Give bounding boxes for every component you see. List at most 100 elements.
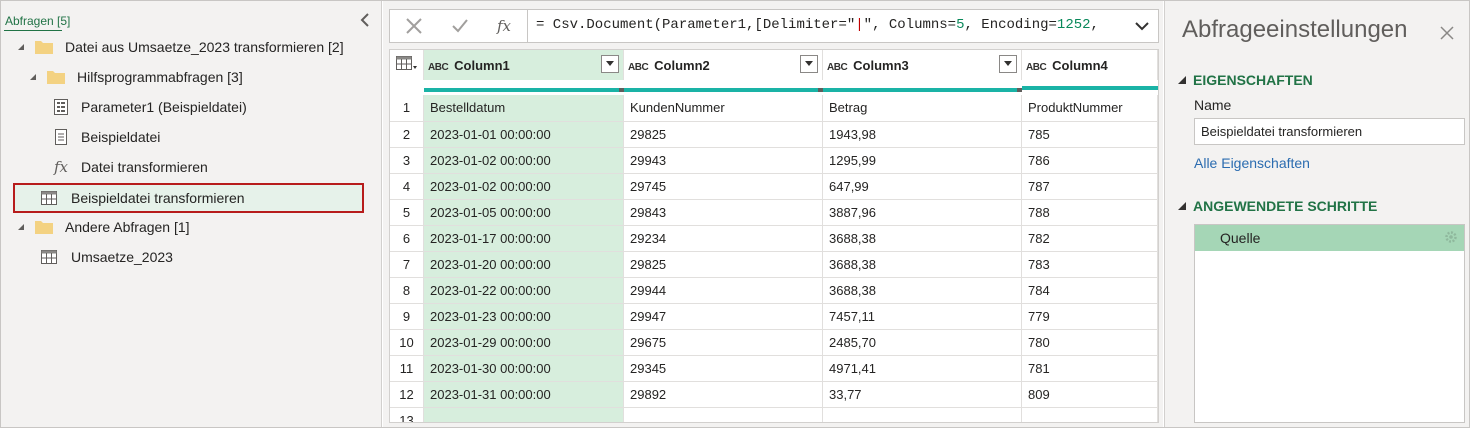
table-cell[interactable]: 29675 xyxy=(623,329,823,356)
cancel-formula-button[interactable] xyxy=(394,10,434,42)
table-cell[interactable]: ProduktNummer xyxy=(1021,95,1158,122)
table-cell[interactable]: 779 xyxy=(1021,303,1158,330)
row-number[interactable]: 12 xyxy=(390,381,424,408)
tree-item-datei-transformieren[interactable]: fx Datei transformieren xyxy=(53,153,208,181)
filter-dropdown-button[interactable] xyxy=(800,55,818,73)
tree-item-parameter1[interactable]: Parameter1 (Beispieldatei) xyxy=(53,93,247,121)
table-cell[interactable]: 4971,41 xyxy=(822,355,1022,382)
column-header-column1[interactable]: ABC Column1 xyxy=(423,50,624,80)
table-cell[interactable]: 786 xyxy=(1021,147,1158,174)
table-cell[interactable]: 783 xyxy=(1021,251,1158,278)
text-type-icon[interactable]: ABC xyxy=(1026,62,1047,73)
table-cell[interactable]: 29892 xyxy=(623,381,823,408)
table-cell[interactable]: 785 xyxy=(1021,121,1158,148)
table-cell[interactable] xyxy=(822,407,1022,422)
table-cell[interactable]: KundenNummer xyxy=(623,95,823,122)
table-cell[interactable] xyxy=(423,407,624,422)
row-number[interactable]: 8 xyxy=(390,277,424,304)
table-cell[interactable]: 7457,11 xyxy=(822,303,1022,330)
table-cell[interactable]: 3688,38 xyxy=(822,277,1022,304)
column-header-column3[interactable]: ABC Column3 xyxy=(822,50,1022,80)
filter-dropdown-button[interactable] xyxy=(999,55,1017,73)
table-cell[interactable]: Betrag xyxy=(822,95,1022,122)
formula-input[interactable]: = Csv.Document(Parameter1,[Delimiter="|"… xyxy=(536,17,1099,33)
table-cell[interactable]: 780 xyxy=(1021,329,1158,356)
column-header-column2[interactable]: ABC Column2 xyxy=(623,50,823,80)
close-icon[interactable] xyxy=(1438,24,1456,42)
filter-dropdown-button[interactable] xyxy=(601,55,619,73)
row-number[interactable]: 3 xyxy=(390,147,424,174)
table-cell[interactable]: 2023-01-05 00:00:00 xyxy=(423,199,624,226)
queries-header[interactable]: Abfragen [5] xyxy=(5,14,70,30)
expanded-caret-icon[interactable] xyxy=(15,221,27,233)
row-number[interactable]: 5 xyxy=(390,199,424,226)
applied-steps-section-header[interactable]: ANGEWENDETE SCHRITTE xyxy=(1177,198,1377,214)
properties-section-header[interactable]: EIGENSCHAFTEN xyxy=(1177,72,1313,88)
table-cell[interactable]: 2023-01-30 00:00:00 xyxy=(423,355,624,382)
all-properties-link[interactable]: Alle Eigenschaften xyxy=(1194,155,1310,171)
column-header-column4[interactable]: ABC Column4 xyxy=(1021,50,1158,80)
table-cell[interactable]: 29943 xyxy=(623,147,823,174)
text-type-icon[interactable]: ABC xyxy=(628,62,649,73)
step-quelle[interactable]: Quelle xyxy=(1195,225,1464,251)
tree-item-umsaetze-2023[interactable]: Umsaetze_2023 xyxy=(41,243,173,271)
table-cell[interactable]: 2023-01-20 00:00:00 xyxy=(423,251,624,278)
table-cell[interactable] xyxy=(623,407,823,422)
row-number[interactable]: 1 xyxy=(390,95,424,122)
table-cell[interactable]: 2023-01-02 00:00:00 xyxy=(423,147,624,174)
table-cell[interactable]: 29825 xyxy=(623,251,823,278)
row-number[interactable]: 4 xyxy=(390,173,424,200)
table-cell[interactable] xyxy=(1021,407,1158,422)
tree-item-datei-aus-umsaetze[interactable]: Datei aus Umsaetze_2023 transformieren [… xyxy=(15,33,344,61)
table-cell[interactable]: 29947 xyxy=(623,303,823,330)
table-cell[interactable]: 29843 xyxy=(623,199,823,226)
row-number[interactable]: 2 xyxy=(390,121,424,148)
table-cell[interactable]: 2023-01-01 00:00:00 xyxy=(423,121,624,148)
table-cell[interactable]: 788 xyxy=(1021,199,1158,226)
table-cell[interactable]: 33,77 xyxy=(822,381,1022,408)
table-cell[interactable]: 3688,38 xyxy=(822,251,1022,278)
text-type-icon[interactable]: ABC xyxy=(428,62,449,73)
table-cell[interactable]: Bestelldatum xyxy=(423,95,624,122)
table-cell[interactable]: 1295,99 xyxy=(822,147,1022,174)
expand-formula-chevron-icon[interactable] xyxy=(1133,17,1151,35)
table-cell[interactable]: 1943,98 xyxy=(822,121,1022,148)
table-cell[interactable]: 2023-01-22 00:00:00 xyxy=(423,277,624,304)
row-number[interactable]: 13 xyxy=(390,407,424,422)
insert-function-button[interactable]: fx xyxy=(484,10,524,42)
table-cell[interactable]: 647,99 xyxy=(822,173,1022,200)
table-cell[interactable]: 2023-01-29 00:00:00 xyxy=(423,329,624,356)
table-cell[interactable]: 29745 xyxy=(623,173,823,200)
table-cell[interactable]: 29944 xyxy=(623,277,823,304)
tree-item-beispieldatei[interactable]: Beispieldatei xyxy=(53,123,160,151)
table-cell[interactable]: 781 xyxy=(1021,355,1158,382)
row-number[interactable]: 6 xyxy=(390,225,424,252)
row-number[interactable]: 7 xyxy=(390,251,424,278)
text-type-icon[interactable]: ABC xyxy=(827,62,848,73)
table-menu-button[interactable] xyxy=(390,50,424,80)
table-cell[interactable]: 3688,38 xyxy=(822,225,1022,252)
table-cell[interactable]: 2023-01-17 00:00:00 xyxy=(423,225,624,252)
table-cell[interactable]: 3887,96 xyxy=(822,199,1022,226)
expanded-caret-icon[interactable] xyxy=(27,71,39,83)
expanded-caret-icon[interactable] xyxy=(15,41,27,53)
table-cell[interactable]: 787 xyxy=(1021,173,1158,200)
table-cell[interactable]: 2023-01-02 00:00:00 xyxy=(423,173,624,200)
table-cell[interactable]: 809 xyxy=(1021,381,1158,408)
confirm-formula-button[interactable] xyxy=(440,10,480,42)
row-number[interactable]: 9 xyxy=(390,303,424,330)
table-cell[interactable]: 29234 xyxy=(623,225,823,252)
tree-item-andere-abfragen[interactable]: Andere Abfragen [1] xyxy=(15,213,190,241)
table-cell[interactable]: 2023-01-31 00:00:00 xyxy=(423,381,624,408)
table-cell[interactable]: 2023-01-23 00:00:00 xyxy=(423,303,624,330)
row-number[interactable]: 10 xyxy=(390,329,424,356)
row-number[interactable]: 11 xyxy=(390,355,424,382)
tree-item-beispieldatei-transformieren[interactable]: Beispieldatei transformieren xyxy=(41,184,245,212)
query-name-input[interactable] xyxy=(1194,118,1465,145)
table-cell[interactable]: 784 xyxy=(1021,277,1158,304)
table-cell[interactable]: 782 xyxy=(1021,225,1158,252)
table-cell[interactable]: 2485,70 xyxy=(822,329,1022,356)
gear-icon[interactable] xyxy=(1444,230,1458,244)
collapse-chevron-icon[interactable] xyxy=(357,11,375,29)
table-cell[interactable]: 29825 xyxy=(623,121,823,148)
